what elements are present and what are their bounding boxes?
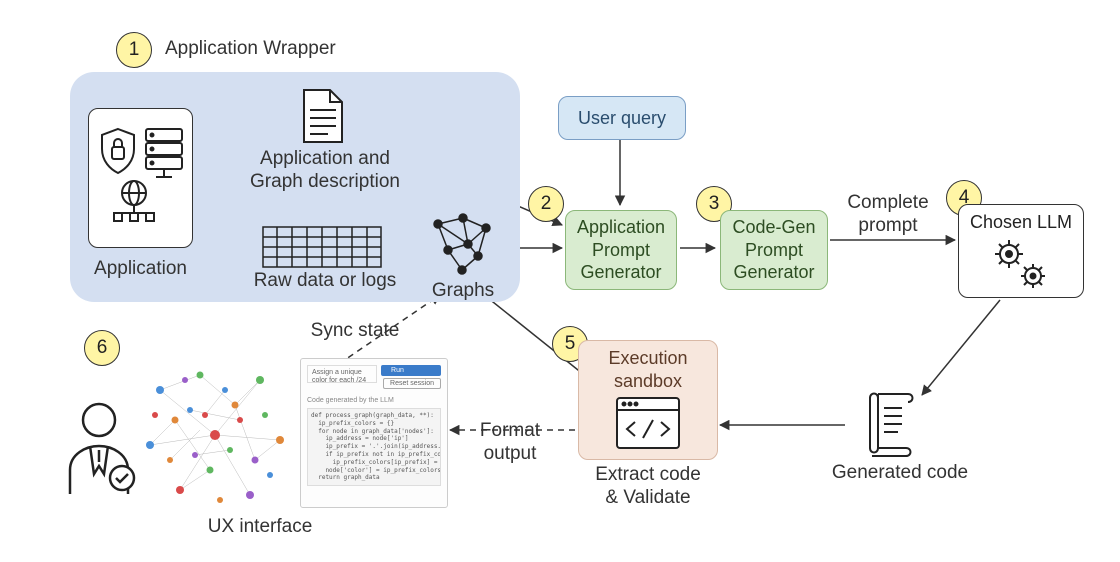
badge-1: 1 bbox=[116, 32, 152, 68]
chosen-llm-box: Chosen LLM bbox=[958, 204, 1084, 298]
ux-prompt-input: Assign a unique color for each /24 IP ad… bbox=[307, 365, 377, 383]
sandbox-title: Execution sandbox bbox=[608, 347, 687, 392]
ux-reset-button: Reset session bbox=[383, 378, 441, 389]
chosen-llm-label: Chosen LLM bbox=[970, 211, 1072, 234]
format-output-label: Format output bbox=[460, 420, 560, 466]
code-window-icon bbox=[615, 396, 681, 450]
user-avatar-icon bbox=[60, 398, 138, 503]
app-prompt-generator-box: Application Prompt Generator bbox=[565, 210, 677, 290]
graphs-label: Graphs bbox=[428, 280, 498, 303]
gears-icon bbox=[991, 238, 1051, 292]
generated-code-label: Generated code bbox=[820, 462, 980, 485]
graphs-icon bbox=[428, 212, 498, 283]
ux-code-snippet: def process_graph(graph_data, **): ip_pr… bbox=[307, 408, 441, 486]
badge-2: 2 bbox=[528, 186, 564, 222]
complete-prompt-label: Complete prompt bbox=[838, 192, 938, 238]
ux-screenshot-mock: Assign a unique color for each /24 IP ad… bbox=[300, 358, 448, 508]
sandbox-subtitle: Extract code & Validate bbox=[582, 464, 714, 510]
wrapper-title: Application Wrapper bbox=[165, 38, 336, 61]
ux-run-button: Run bbox=[381, 365, 441, 376]
description-label: Application and Graph description bbox=[240, 148, 410, 194]
scroll-icon bbox=[856, 388, 920, 465]
ux-code-header: Code generated by the LLM bbox=[307, 397, 441, 404]
application-icons bbox=[96, 123, 186, 233]
execution-sandbox-box: Execution sandbox bbox=[578, 340, 718, 460]
rawdata-icon bbox=[262, 226, 382, 273]
rawdata-label: Raw data or logs bbox=[250, 270, 400, 293]
user-query-box: User query bbox=[558, 96, 686, 140]
application-box bbox=[88, 108, 193, 248]
ux-interface-label: UX interface bbox=[180, 516, 340, 539]
sync-state-label: Sync state bbox=[300, 320, 410, 343]
code-gen-box: Code-Gen Prompt Generator bbox=[720, 210, 828, 290]
document-icon bbox=[300, 88, 346, 149]
application-label: Application bbox=[88, 258, 193, 281]
network-graph-icon bbox=[140, 360, 290, 515]
badge-6: 6 bbox=[84, 330, 120, 366]
